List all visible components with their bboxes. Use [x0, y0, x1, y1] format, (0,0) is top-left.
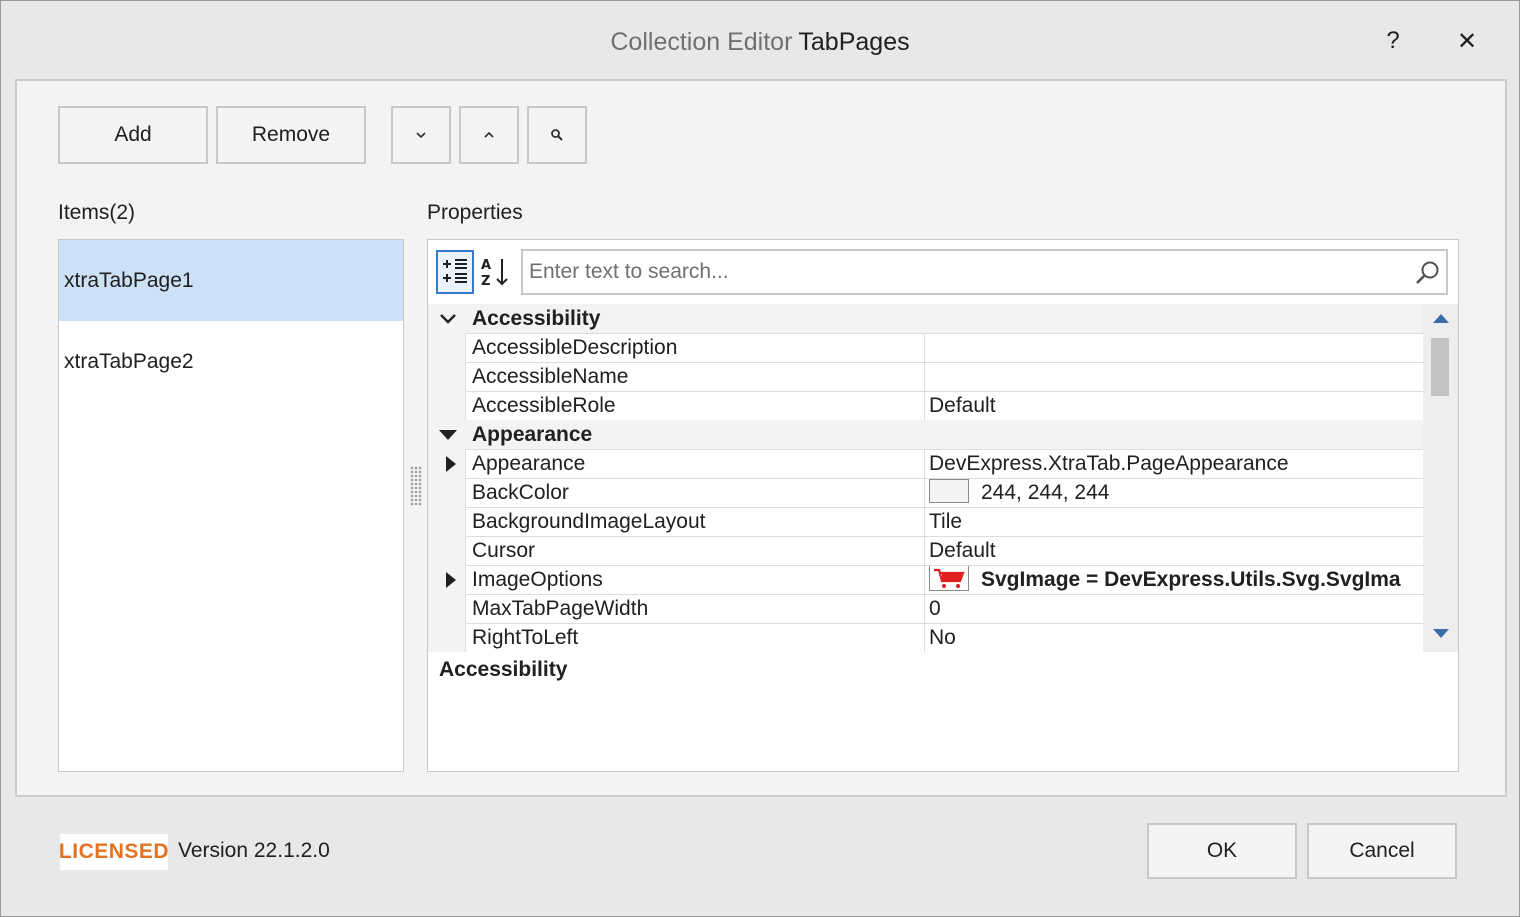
property-value[interactable]: Tile — [924, 507, 1423, 536]
vertical-scrollbar[interactable] — [1423, 304, 1458, 652]
property-name: RightToLeft — [465, 623, 924, 652]
property-value[interactable]: Default — [924, 391, 1423, 420]
dialog-title: Collection Editor TabPages — [1, 27, 1519, 57]
property-grid-panel: A Z Accessibility Acce — [427, 239, 1459, 772]
chevron-down-icon[interactable] — [438, 310, 458, 328]
property-search-input[interactable] — [523, 251, 1403, 293]
property-value[interactable] — [924, 333, 1423, 362]
remove-button[interactable]: Remove — [216, 106, 366, 164]
chevron-up-icon — [484, 131, 494, 138]
color-swatch[interactable] — [929, 479, 969, 504]
property-name: BackColor — [465, 478, 924, 507]
close-button[interactable]: ✕ — [1447, 23, 1487, 59]
property-row[interactable]: AccessibleName — [428, 362, 1423, 391]
property-value-imageoptions[interactable]: SvgImage = DevExpress.Utils.Svg.SvgIma — [924, 565, 1423, 594]
property-name: MaxTabPageWidth — [465, 594, 924, 623]
dialog-title-prefix: Collection Editor — [610, 28, 793, 56]
property-name: ImageOptions — [465, 565, 924, 594]
categorized-view-button[interactable] — [436, 250, 474, 294]
property-value-backcolor[interactable]: 244, 244, 244 — [924, 478, 1423, 507]
property-value[interactable] — [924, 362, 1423, 391]
property-row[interactable]: BackColor 244, 244, 244 — [428, 478, 1423, 507]
list-item[interactable]: xtraTabPage1 — [59, 240, 403, 321]
search-icon[interactable] — [1414, 259, 1442, 287]
collapse-triangle-icon[interactable] — [438, 426, 458, 444]
backcolor-text: 244, 244, 244 — [981, 481, 1110, 504]
version-label: Version 22.1.2.0 — [178, 839, 330, 862]
property-row[interactable]: Cursor Default — [428, 536, 1423, 565]
property-value[interactable]: Default — [924, 536, 1423, 565]
collection-editor-dialog: Collection Editor TabPages ? ✕ Add Remove… — [0, 0, 1520, 917]
splitter-handle[interactable] — [410, 466, 422, 506]
property-name: AccessibleRole — [465, 391, 924, 420]
sort-alphabetical-icon: A Z — [481, 258, 508, 288]
svg-text:Z: Z — [481, 274, 490, 288]
property-row[interactable]: ImageOptions SvgImage = DevExpress.Utils… — [428, 565, 1423, 594]
category-label: Accessibility — [472, 307, 601, 330]
add-button[interactable]: Add — [58, 106, 208, 164]
items-list: xtraTabPage1 xtraTabPage2 — [58, 239, 404, 772]
footer-divider — [15, 795, 1507, 797]
category-row-accessibility[interactable]: Accessibility — [428, 304, 1423, 333]
alphabetical-view-button[interactable]: A Z — [476, 250, 514, 294]
svg-text:A: A — [481, 258, 491, 273]
property-row[interactable]: BackgroundImageLayout Tile — [428, 507, 1423, 536]
content-panel: Add Remove Items(2) Properties xtraTabPa… — [15, 79, 1507, 797]
help-button[interactable]: ? — [1373, 23, 1413, 59]
property-name: Cursor — [465, 536, 924, 565]
category-row-appearance[interactable]: Appearance — [428, 420, 1423, 449]
items-caption: Items(2) — [58, 201, 136, 224]
imageoptions-text: SvgImage = DevExpress.Utils.Svg.SvgIma — [981, 568, 1401, 591]
dialog-title-main: TabPages — [798, 28, 910, 56]
title-bar: Collection Editor TabPages ? ✕ — [1, 1, 1519, 81]
scroll-up-arrow[interactable] — [1423, 306, 1458, 330]
triangle-up-icon — [1432, 314, 1449, 323]
property-row[interactable]: MaxTabPageWidth 0 — [428, 594, 1423, 623]
move-down-button[interactable] — [391, 106, 451, 164]
property-name: AccessibleDescription — [465, 333, 924, 362]
move-up-button[interactable] — [459, 106, 519, 164]
property-value[interactable]: 0 — [924, 594, 1423, 623]
scroll-thumb[interactable] — [1431, 338, 1449, 396]
triangle-down-icon — [1432, 629, 1449, 638]
ok-button[interactable]: OK — [1147, 823, 1297, 879]
properties-caption: Properties — [427, 201, 523, 224]
category-label: Appearance — [472, 423, 593, 446]
cancel-button[interactable]: Cancel — [1307, 823, 1457, 879]
property-row[interactable]: AccessibleRole Default — [428, 391, 1423, 420]
property-row[interactable]: Appearance DevExpress.XtraTab.PageAppear… — [428, 449, 1423, 478]
shopping-cart-icon — [929, 566, 969, 592]
chevron-down-icon — [416, 132, 426, 139]
licensed-badge: LICENSED — [59, 834, 169, 870]
property-name: Appearance — [465, 449, 924, 478]
list-item[interactable]: xtraTabPage2 — [59, 321, 403, 402]
scroll-down-arrow[interactable] — [1423, 622, 1458, 646]
search-toggle-button[interactable] — [527, 106, 587, 164]
property-row[interactable]: AccessibleDescription — [428, 333, 1423, 362]
search-icon — [551, 129, 563, 141]
categorized-icon — [443, 259, 467, 283]
expand-triangle-icon[interactable] — [444, 571, 458, 589]
property-name: BackgroundImageLayout — [465, 507, 924, 536]
property-grid: Accessibility AccessibleDescription Acce… — [428, 304, 1423, 652]
property-row[interactable]: RightToLeft No — [428, 623, 1423, 652]
property-value[interactable]: No — [924, 623, 1423, 652]
property-name: AccessibleName — [465, 362, 924, 391]
property-value[interactable]: DevExpress.XtraTab.PageAppearance — [924, 449, 1423, 478]
expand-triangle-icon[interactable] — [444, 455, 458, 473]
description-title: Accessibility — [439, 658, 568, 681]
property-search-box — [521, 249, 1448, 295]
